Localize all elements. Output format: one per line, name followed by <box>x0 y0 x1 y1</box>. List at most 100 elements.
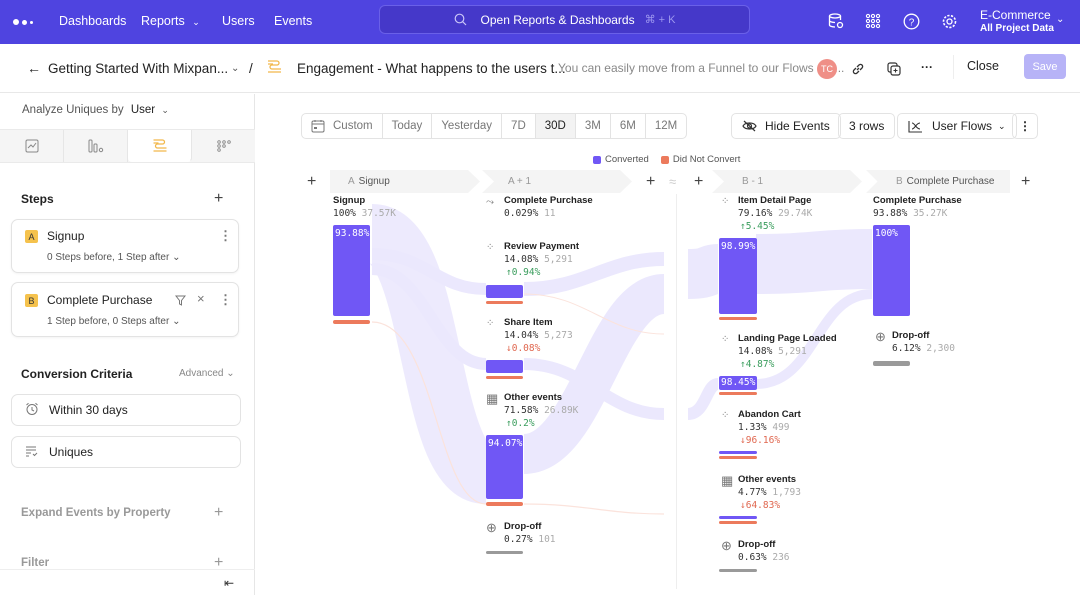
project-selector[interactable]: E-Commerce All Project Data <box>980 8 1054 36</box>
bar-share-item-not-converted[interactable] <box>486 376 523 379</box>
analyze-uniques-selector[interactable]: Analyze Uniques by User ⌄ <box>22 104 169 116</box>
bar-signup-converted[interactable]: 93.88% <box>333 225 370 316</box>
bar-drop-off-b[interactable] <box>873 361 910 366</box>
step-menu-icon[interactable]: ⋮ <box>219 292 232 308</box>
apps-grid-icon[interactable] <box>863 11 883 31</box>
step-range-label: 1 Step before, 0 Steps after <box>47 316 170 327</box>
retention-dots-icon <box>216 140 231 152</box>
node-stat: 79.16% 29.74K <box>738 208 812 219</box>
step-name[interactable]: Signup <box>47 229 84 243</box>
node-stat: 1.33% 499 <box>738 422 790 433</box>
report-title[interactable]: Engagement - What happens to the users t… <box>297 61 566 76</box>
ribbon-notconvert-2 <box>523 503 665 515</box>
project-chevron-down-icon[interactable]: ⌄ <box>1056 14 1064 25</box>
duplicate-icon[interactable] <box>887 62 901 76</box>
close-button[interactable]: Close <box>967 59 999 73</box>
counting-method-selector[interactable]: Uniques <box>11 436 241 468</box>
step-range-selector[interactable]: 1 Step before, 0 Steps after ⌄ <box>47 316 180 327</box>
node-stat: 14.08% 5,291 <box>504 254 573 265</box>
drop-off-arrow-icon: ⊕ <box>721 538 732 553</box>
data-management-icon[interactable] <box>826 11 846 31</box>
nav-reports[interactable]: Reports ⌄ <box>141 14 200 28</box>
breadcrumb-chevron-down-icon[interactable]: ⌄ <box>231 63 239 74</box>
search-input[interactable]: Open Reports & Dashboards ⌘ + K <box>379 5 750 34</box>
event-click-icon: ⁘ <box>721 196 730 207</box>
node-delta: ↑4.87% <box>740 359 775 370</box>
help-icon[interactable]: ? <box>901 11 921 31</box>
node-pct: 1.33% <box>738 422 767 433</box>
more-options-icon[interactable]: ··· <box>921 60 933 74</box>
bar-item-detail-not-converted[interactable] <box>719 317 757 320</box>
drop-off-arrow-icon: ⊕ <box>486 520 497 535</box>
bar-abandon-cart-converted[interactable] <box>719 451 757 454</box>
top-nav: Dashboards Reports ⌄ Users Events Open R… <box>0 0 1080 44</box>
conversion-window-selector[interactable]: Within 30 days <box>11 394 241 426</box>
step-range-selector[interactable]: 0 Steps before, 1 Step after ⌄ <box>47 252 180 263</box>
step-badge: A <box>25 230 38 243</box>
alarm-clock-icon <box>25 402 39 419</box>
step-name[interactable]: Complete Purchase <box>47 293 152 307</box>
chevron-down-icon: ⌄ <box>226 368 235 379</box>
nav-users[interactable]: Users <box>222 14 255 28</box>
step-menu-icon[interactable]: ⋮ <box>219 228 232 244</box>
bar-review-payment-converted[interactable] <box>486 285 523 298</box>
bar-other-events-b1-not-converted[interactable] <box>719 521 757 524</box>
step-card-a[interactable]: A Signup ⋮ 0 Steps before, 1 Step after … <box>11 219 239 273</box>
search-shortcut: ⌘ + K <box>644 14 676 26</box>
bar-item-detail-converted[interactable]: 98.99% <box>719 238 757 314</box>
bar-drop-off-b1[interactable] <box>719 569 757 572</box>
bar-review-payment-not-converted[interactable] <box>486 301 523 304</box>
tab-funnels[interactable] <box>64 130 128 162</box>
flows-icon <box>153 139 166 152</box>
step-card-b[interactable]: B Complete Purchase × ⋮ 1 Step before, 0… <box>11 282 239 337</box>
bar-abandon-cart-not-converted[interactable] <box>719 456 757 459</box>
save-button[interactable]: Save <box>1024 54 1066 79</box>
bar-landing-page-converted[interactable]: 98.45% <box>719 376 757 390</box>
settings-gear-icon[interactable] <box>939 11 959 31</box>
node-count: 37.57K <box>361 208 396 219</box>
link-icon[interactable] <box>851 62 865 76</box>
project-scope: All Project Data <box>980 23 1054 34</box>
node-title: Other events <box>504 392 563 403</box>
filter-title: Filter <box>21 557 50 569</box>
collapse-sidebar-icon[interactable]: ⇤ <box>224 576 234 590</box>
remove-step-x-icon[interactable]: × <box>197 291 205 306</box>
node-delta: ↓0.08% <box>506 343 541 354</box>
node-title: Abandon Cart <box>738 409 801 420</box>
steps-title: Steps <box>21 192 54 206</box>
advanced-dropdown[interactable]: Advanced ⌄ <box>179 368 235 379</box>
report-main: Custom Today Yesterday 7D 30D 3M 6M 12M … <box>256 94 1080 595</box>
tab-flows[interactable] <box>128 130 192 162</box>
bar-other-events-not-converted[interactable] <box>486 502 523 506</box>
node-count: 5,291 <box>778 346 807 357</box>
conversion-arrow-icon: ⤳ <box>486 197 494 208</box>
filter-funnel-icon[interactable] <box>175 295 186 306</box>
report-description[interactable]: You can easily move from a Funnel to our… <box>558 61 844 75</box>
nav-reports-label: Reports <box>141 14 185 28</box>
tab-retention[interactable] <box>192 130 255 162</box>
tab-insights[interactable] <box>0 130 64 162</box>
bar-share-item-converted[interactable] <box>486 360 523 373</box>
back-arrow-icon[interactable]: ← <box>27 60 41 76</box>
node-stat: 14.08% 5,291 <box>738 346 807 357</box>
avatar[interactable]: TC <box>817 59 837 79</box>
bar-other-events-converted[interactable]: 94.07% <box>486 435 523 499</box>
step-badge: B <box>25 294 38 307</box>
nav-events[interactable]: Events <box>274 14 312 28</box>
node-title: Review Payment <box>504 241 579 252</box>
bar-other-events-b1-converted[interactable] <box>719 516 757 519</box>
nav-dashboards[interactable]: Dashboards <box>59 14 126 28</box>
advanced-label: Advanced <box>179 368 224 379</box>
mixpanel-logo[interactable] <box>13 19 35 25</box>
bar-complete-purchase-converted[interactable]: 100% <box>873 225 910 316</box>
node-count: 1,793 <box>772 487 801 498</box>
add-step-plus-icon[interactable]: + <box>214 191 223 207</box>
query-sidebar: Analyze Uniques by User ⌄ Steps + A Sign… <box>0 94 255 595</box>
breadcrumb-parent[interactable]: Getting Started With Mixpan... <box>48 61 228 76</box>
node-delta: ↓96.16% <box>740 435 781 446</box>
bar-landing-page-not-converted[interactable] <box>719 392 757 395</box>
bar-drop-off[interactable] <box>486 551 523 554</box>
add-expand-property-plus-icon[interactable]: + <box>214 505 223 521</box>
node-count: 101 <box>538 534 556 545</box>
bar-signup-not-converted[interactable] <box>333 320 370 324</box>
